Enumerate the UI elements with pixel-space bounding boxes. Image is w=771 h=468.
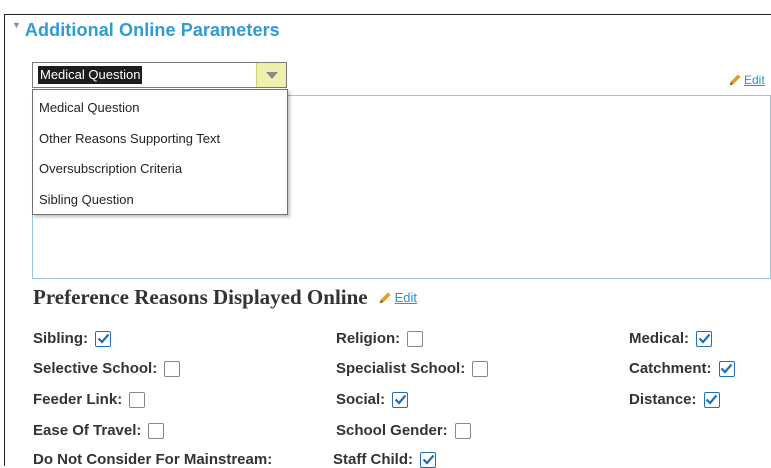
- select-option-medical-question[interactable]: Medical Question: [33, 93, 287, 124]
- edit-preferences-link[interactable]: Edit: [395, 290, 417, 305]
- pref-checkbox[interactable]: [392, 391, 409, 408]
- pref-checkbox[interactable]: [703, 391, 720, 408]
- pref-school-gender: School Gender:: [336, 422, 471, 439]
- pref-label: School Gender:: [336, 422, 448, 439]
- pref-sibling: Sibling:: [33, 330, 111, 347]
- pref-label: Medical:: [629, 330, 690, 347]
- preference-reasons-title: Preference Reasons Displayed Online: [33, 285, 368, 309]
- pref-checkbox[interactable]: [718, 360, 735, 377]
- pref-label: Specialist School:: [336, 360, 466, 377]
- edit-link-text[interactable]: Edit: [744, 73, 765, 87]
- checkmark-icon: [97, 333, 109, 344]
- pref-do-not-consider-mainstream: Do Not Consider For Mainstream:: [33, 451, 272, 468]
- checkmark-icon: [705, 394, 718, 405]
- pref-checkbox[interactable]: [472, 360, 489, 377]
- checkmark-icon: [698, 333, 710, 344]
- select-value: Medical Question: [38, 66, 143, 84]
- pref-checkbox[interactable]: [95, 330, 111, 347]
- section-header[interactable]: ▼ Additional Online Parameters: [12, 20, 280, 41]
- section-title: Additional Online Parameters: [24, 20, 280, 40]
- pref-label: Selective School:: [33, 360, 158, 377]
- pref-label: Staff Child:: [333, 451, 413, 468]
- pref-checkbox[interactable]: [148, 422, 165, 439]
- pref-label: Social:: [336, 391, 386, 408]
- pencil-icon: [729, 74, 741, 86]
- pref-label: Religion:: [336, 330, 401, 347]
- collapse-triangle-icon[interactable]: ▼: [12, 20, 21, 30]
- select-option-other-reasons[interactable]: Other Reasons Supporting Text: [33, 124, 287, 155]
- pref-medical: Medical:: [629, 330, 713, 347]
- pref-checkbox[interactable]: [407, 330, 424, 347]
- edit-parameters-link[interactable]: Edit: [728, 73, 765, 87]
- pref-ease-of-travel: Ease Of Travel:: [33, 422, 165, 439]
- checkmark-icon: [394, 394, 407, 405]
- select-option-sibling-question[interactable]: Sibling Question: [33, 185, 287, 216]
- pref-religion: Religion:: [336, 330, 424, 347]
- pref-distance: Distance:: [629, 391, 720, 408]
- pref-label: Catchment:: [629, 360, 712, 377]
- pref-label: Ease Of Travel:: [33, 422, 142, 439]
- pref-label: Sibling:: [33, 330, 88, 347]
- pref-staff-child: Staff Child:: [333, 451, 436, 468]
- parameter-select[interactable]: Medical Question: [32, 62, 287, 88]
- pref-feeder-link: Feeder Link:: [33, 391, 146, 408]
- pref-specialist-school: Specialist School:: [336, 360, 489, 377]
- pref-checkbox[interactable]: [420, 451, 436, 468]
- preference-reasons-header: Preference Reasons Displayed Online Edit: [33, 285, 417, 310]
- pref-catchment: Catchment:: [629, 360, 735, 377]
- pref-checkbox[interactable]: [454, 422, 471, 439]
- pref-checkbox[interactable]: [129, 391, 146, 408]
- checkmark-icon: [422, 454, 434, 465]
- chevron-down-icon: [265, 71, 278, 79]
- select-options-list: Medical Question Other Reasons Supportin…: [32, 89, 288, 215]
- select-option-oversubscription[interactable]: Oversubscription Criteria: [33, 154, 287, 185]
- pref-label: Distance:: [629, 391, 697, 408]
- pref-label: Do Not Consider For Mainstream:: [33, 451, 273, 468]
- pref-label: Feeder Link:: [33, 391, 123, 408]
- pref-checkbox[interactable]: [164, 360, 181, 377]
- pref-selective-school: Selective School:: [33, 360, 181, 377]
- checkmark-icon: [720, 363, 733, 374]
- pref-checkbox[interactable]: [696, 330, 713, 347]
- pref-social: Social:: [336, 391, 409, 408]
- select-dropdown-button[interactable]: [256, 63, 286, 87]
- pencil-icon[interactable]: [378, 291, 392, 305]
